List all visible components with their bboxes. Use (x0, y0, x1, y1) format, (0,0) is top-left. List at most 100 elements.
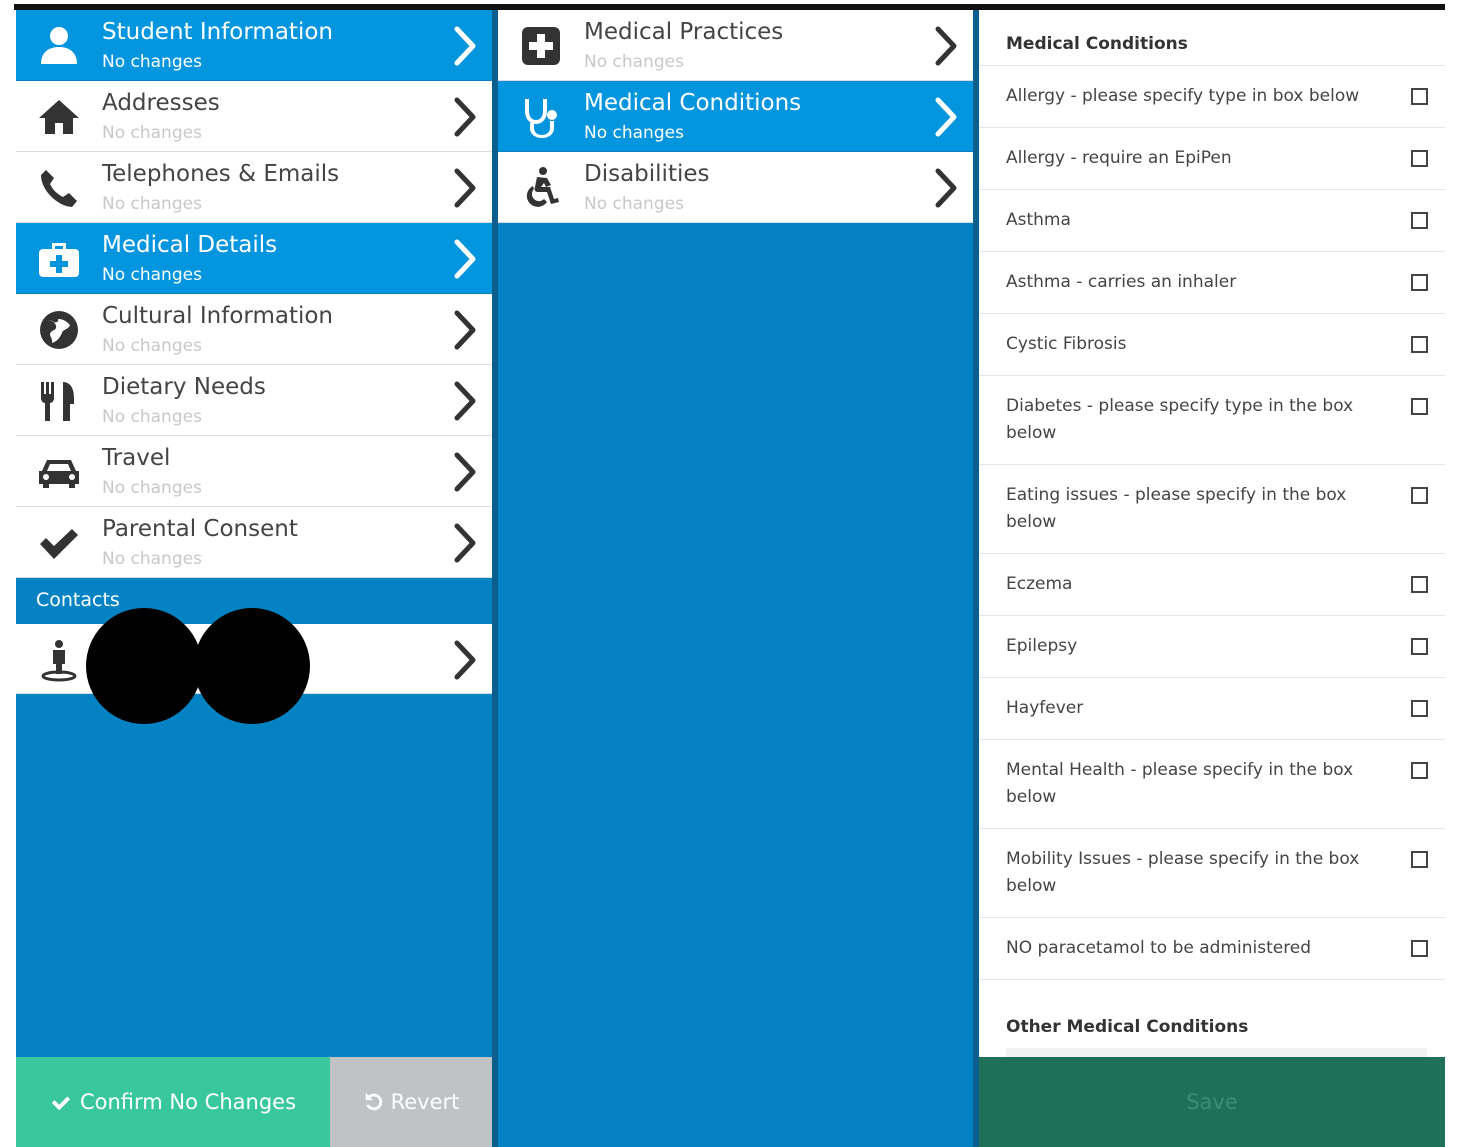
condition-checkbox[interactable] (1411, 576, 1428, 593)
condition-label: Cystic Fibrosis (1006, 334, 1127, 354)
confirm-label: Confirm No Changes (79, 1090, 297, 1114)
chevron-right-icon (450, 638, 480, 682)
nav-item-student-information[interactable]: Student Information No changes (16, 10, 492, 81)
condition-label: Asthma (1006, 210, 1071, 230)
condition-label: Eating issues - please specify in the bo… (1006, 485, 1347, 532)
nav-item-telephones-emails[interactable]: Telephones & Emails No changes (16, 152, 492, 223)
condition-checkbox[interactable] (1411, 851, 1428, 868)
condition-label: Hayfever (1006, 698, 1084, 718)
home-icon (36, 94, 82, 140)
undo-icon (365, 1092, 382, 1111)
condition-checkbox[interactable] (1411, 274, 1428, 291)
car-icon (36, 449, 82, 495)
revert-button[interactable]: Revert (330, 1057, 492, 1147)
chevron-right-icon (450, 95, 480, 139)
left-nav-panel: Student Information No changes Addresses… (16, 10, 492, 1147)
other-conditions-heading: Other Medical Conditions (1006, 1017, 1249, 1037)
nav-item-title: Dietary Needs (102, 374, 266, 400)
nav-item-title: Medical Practices (584, 19, 784, 45)
condition-row: Mobility Issues - please specify in the … (979, 829, 1445, 918)
globe-icon (36, 307, 82, 353)
nav-item-disabilities[interactable]: Disabilities No changes (498, 152, 973, 223)
plus-square-icon (518, 23, 564, 69)
chevron-right-icon (450, 450, 480, 494)
nav-item-medical-conditions[interactable]: Medical Conditions No changes (498, 81, 973, 152)
nav-item-title: Medical Details (102, 232, 278, 258)
nav-item-title: Travel (102, 445, 171, 471)
nav-item-status: No changes (102, 52, 202, 72)
condition-label: Epilepsy (1006, 636, 1078, 656)
nav-item-title: Cultural Information (102, 303, 334, 329)
nav-item-title: Medical Conditions (584, 90, 802, 116)
condition-row: Mental Health - please specify in the bo… (979, 740, 1445, 829)
chevron-right-icon (450, 166, 480, 210)
condition-checkbox[interactable] (1411, 212, 1428, 229)
condition-checkbox[interactable] (1411, 336, 1428, 353)
phone-icon (36, 165, 82, 211)
condition-row: NO paracetamol to be administered (979, 918, 1445, 980)
nav-item-status: No changes (102, 407, 202, 427)
condition-row: Epilepsy (979, 616, 1445, 678)
chevron-right-icon (450, 237, 480, 281)
person-pin-icon (36, 637, 82, 683)
nav-item-status: No changes (102, 336, 202, 356)
nav-item-medical-details[interactable]: Medical Details No changes (16, 223, 492, 294)
nav-item-cultural-information[interactable]: Cultural Information No changes (16, 294, 492, 365)
nav-item-dietary-needs[interactable]: Dietary Needs No changes (16, 365, 492, 436)
condition-label: Allergy - require an EpiPen (1006, 148, 1232, 168)
nav-item-addresses[interactable]: Addresses No changes (16, 81, 492, 152)
chevron-right-icon (450, 521, 480, 565)
nav-item-travel[interactable]: Travel No changes (16, 436, 492, 507)
condition-checkbox[interactable] (1411, 88, 1428, 105)
check-icon (51, 1096, 71, 1111)
chevron-right-icon (931, 95, 961, 139)
chevron-right-icon (931, 166, 961, 210)
nav-item-status: No changes (102, 194, 202, 214)
user-icon (36, 23, 82, 69)
condition-label: Mobility Issues - please specify in the … (1006, 849, 1360, 896)
nav-item-title: Telephones & Emails (102, 161, 340, 187)
nav-item-status: No changes (584, 52, 684, 72)
condition-label: NO paracetamol to be administered (1006, 938, 1312, 958)
app-root: Student Information No changes Addresses… (0, 0, 1457, 1147)
condition-checkbox[interactable] (1411, 762, 1428, 779)
condition-row: Allergy - require an EpiPen (979, 128, 1445, 190)
nav-item-title: Disabilities (584, 161, 710, 187)
nav-item-status: No changes (102, 549, 202, 569)
condition-label: Eczema (1006, 574, 1073, 594)
revert-label: Revert (390, 1090, 460, 1114)
redaction-mark (86, 608, 202, 724)
condition-row: Allergy - please specify type in box bel… (979, 66, 1445, 128)
medical-conditions-form: Medical Conditions Allergy - please spec… (979, 10, 1445, 1147)
condition-row: Eating issues - please specify in the bo… (979, 465, 1445, 554)
condition-label: Allergy - please specify type in box bel… (1006, 86, 1360, 106)
nav-item-status: No changes (102, 478, 202, 498)
nav-item-status: No changes (584, 194, 684, 214)
condition-checkbox[interactable] (1411, 638, 1428, 655)
chevron-right-icon (450, 379, 480, 423)
condition-label: Asthma - carries an inhaler (1006, 272, 1237, 292)
condition-checkbox[interactable] (1411, 700, 1428, 717)
condition-checkbox[interactable] (1411, 940, 1428, 957)
contact-row[interactable] (16, 608, 492, 724)
condition-row: Asthma (979, 190, 1445, 252)
cutlery-icon (36, 378, 82, 424)
stethoscope-icon (518, 94, 564, 140)
nav-item-status: No changes (102, 123, 202, 143)
chevron-right-icon (931, 24, 961, 68)
redaction-mark (194, 608, 310, 724)
wheelchair-icon (518, 165, 564, 211)
confirm-no-changes-button[interactable]: Confirm No Changes (16, 1057, 330, 1147)
save-button[interactable]: Save (979, 1057, 1445, 1147)
medkit-icon (36, 236, 82, 282)
condition-checkbox[interactable] (1411, 398, 1428, 415)
condition-label: Diabetes - please specify type in the bo… (1006, 396, 1354, 443)
nav-item-status: No changes (584, 123, 684, 143)
check-icon (36, 520, 82, 566)
condition-checkbox[interactable] (1411, 487, 1428, 504)
condition-row: Cystic Fibrosis (979, 314, 1445, 376)
nav-item-medical-practices[interactable]: Medical Practices No changes (498, 10, 973, 81)
condition-checkbox[interactable] (1411, 150, 1428, 167)
action-footer: Confirm No Changes Revert (16, 1057, 492, 1147)
nav-item-parental-consent[interactable]: Parental Consent No changes (16, 507, 492, 578)
